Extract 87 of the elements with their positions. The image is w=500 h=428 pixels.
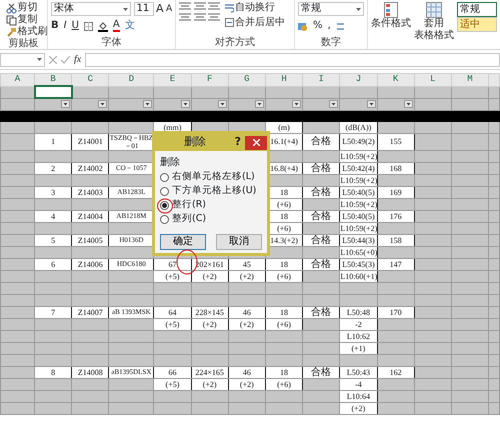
check-icon[interactable] xyxy=(61,56,70,64)
column-header[interactable]: E xyxy=(154,74,192,86)
help-button[interactable]: ? xyxy=(234,134,241,151)
table-format-button[interactable]: 套用 表格格式 xyxy=(414,2,454,49)
merge-button[interactable]: 合并后居中 xyxy=(225,16,286,28)
column-header[interactable]: H xyxy=(265,74,303,86)
font-color-button[interactable]: A xyxy=(112,20,120,32)
filter-dropdown-icon[interactable] xyxy=(366,100,376,108)
filter-dropdown-icon[interactable] xyxy=(404,100,413,108)
close-icon xyxy=(252,139,260,146)
table-cell: L50:49(2) xyxy=(340,133,377,150)
format-button[interactable]: B xyxy=(51,20,59,32)
column-header[interactable]: L xyxy=(414,74,452,86)
caret-icon xyxy=(123,8,128,10)
active-cell[interactable] xyxy=(34,86,72,98)
column-header[interactable]: D xyxy=(108,74,154,86)
font-name-field[interactable]: 宋体 xyxy=(51,2,131,16)
align-top-icon[interactable] xyxy=(179,2,192,10)
brush-icon xyxy=(6,26,16,38)
format-button[interactable]: U xyxy=(72,20,79,32)
cell-style[interactable]: 适中 xyxy=(457,17,497,32)
radio-option[interactable]: 右侧单元格左移(L) xyxy=(160,170,255,184)
column-header[interactable]: K xyxy=(377,74,414,86)
table-cell: 合格 xyxy=(302,133,340,150)
filter-dropdown-icon[interactable] xyxy=(143,100,152,108)
merge-icon xyxy=(225,18,234,27)
ok-button[interactable]: 确定 xyxy=(160,234,206,250)
decimal-icon[interactable] xyxy=(336,22,345,30)
align-center-icon[interactable] xyxy=(194,12,206,20)
phonetic-button[interactable]: 文 xyxy=(124,20,135,32)
table-icon xyxy=(426,2,442,18)
group-label: 对齐方式 xyxy=(214,37,256,49)
radio-option[interactable]: 下方单元格上移(U) xyxy=(160,184,256,198)
radio-option[interactable]: 整列(C) xyxy=(160,212,206,226)
column-header[interactable]: M xyxy=(451,74,489,86)
caret-icon xyxy=(356,8,361,10)
comma-button[interactable]: , xyxy=(328,20,331,32)
ribbon-button[interactable]: 格式刷 xyxy=(6,26,48,38)
ribbon-button[interactable]: 剪切 xyxy=(6,2,48,14)
shrink-font-button[interactable]: A xyxy=(166,3,172,15)
table-cell: 155 xyxy=(377,133,414,150)
wrap-text-button[interactable]: 自动换行 xyxy=(225,2,286,14)
font-size-field[interactable]: 11 xyxy=(134,2,154,16)
filter-dropdown-icon[interactable] xyxy=(292,100,302,108)
grow-font-button[interactable]: A xyxy=(156,3,164,15)
dialog-title: 删除 xyxy=(182,134,207,150)
column-header[interactable]: F xyxy=(191,74,228,86)
insert-function-button[interactable]: fx xyxy=(74,54,82,66)
group-label: 字体 xyxy=(100,37,123,49)
cell-style[interactable]: 常规 xyxy=(457,2,497,17)
caret-icon xyxy=(37,58,42,61)
column-header[interactable]: A xyxy=(0,74,34,86)
filter-dropdown-icon[interactable] xyxy=(218,100,227,108)
filter-dropdown-icon[interactable] xyxy=(61,100,70,108)
filter-dropdown-icon[interactable] xyxy=(329,100,338,108)
cancel-button[interactable]: 取消 xyxy=(216,234,262,250)
percent-button[interactable]: % xyxy=(313,20,323,32)
column-header[interactable]: J xyxy=(340,74,377,86)
column-header[interactable]: G xyxy=(228,74,266,86)
filter-dropdown-icon[interactable] xyxy=(180,100,190,108)
filter-dropdown-icon[interactable] xyxy=(254,100,264,108)
column-header[interactable]: C xyxy=(72,74,109,86)
conditional-format-button[interactable]: 条件格式 xyxy=(371,2,411,49)
scissors-icon xyxy=(6,2,16,14)
align-right-icon[interactable] xyxy=(208,12,220,20)
formula-input[interactable] xyxy=(85,52,500,66)
number-format-field[interactable]: 常规 xyxy=(298,2,364,16)
align-middle-icon[interactable] xyxy=(194,2,206,10)
table-cell: Z14001 xyxy=(72,133,109,150)
ribbon-button[interactable]: 复制 xyxy=(6,14,48,26)
wrap-icon xyxy=(225,4,234,12)
close-button[interactable] xyxy=(245,136,267,150)
table-cell: 1 xyxy=(34,133,72,150)
annotation-circle xyxy=(157,198,173,214)
group-label: 删除 xyxy=(160,156,181,170)
fill-color-icon[interactable] xyxy=(98,20,108,32)
align-left-icon[interactable] xyxy=(179,12,192,20)
currency-icon[interactable] xyxy=(298,22,308,30)
filter-dropdown-icon[interactable] xyxy=(98,100,108,108)
radio-option[interactable]: 整行(R) xyxy=(160,198,206,212)
format-button[interactable]: I xyxy=(64,20,67,32)
group-label: 数字 xyxy=(320,37,342,49)
group-label: 剪贴板 xyxy=(8,38,40,49)
column-header[interactable]: I xyxy=(302,74,340,86)
copy-icon xyxy=(6,14,16,26)
align-bottom-icon[interactable] xyxy=(208,2,220,10)
border-icon[interactable] xyxy=(84,22,93,30)
